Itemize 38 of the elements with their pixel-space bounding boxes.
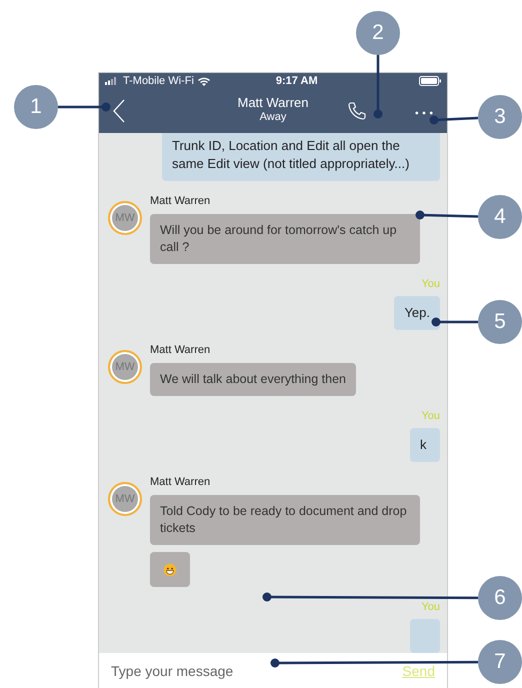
sender-label: You <box>421 601 440 613</box>
callout-number: 5 <box>478 300 522 344</box>
leader-line <box>432 318 478 326</box>
message-field[interactable]: Type your message <box>111 663 402 679</box>
sender-name: Matt Warren <box>150 344 210 356</box>
sender-label: You <box>421 278 440 290</box>
status-time: 9:17 AM <box>276 75 318 87</box>
send-link[interactable]: Send <box>402 663 435 679</box>
leader-line <box>58 102 110 112</box>
callout-number: 6 <box>478 576 522 620</box>
message-bubble: Told Cody to be ready to document and drop tickets <box>150 495 420 545</box>
leader-line <box>374 55 382 118</box>
sender-label: You <box>421 410 440 422</box>
leader-line <box>430 116 478 124</box>
callout-number: 2 <box>356 11 400 55</box>
phone-icon[interactable] <box>347 101 367 121</box>
contact-name: Matt Warren <box>237 95 309 110</box>
leader-line <box>416 210 478 220</box>
contact-status: Away <box>260 111 286 123</box>
sender-name: Matt Warren <box>150 476 210 488</box>
sender-name: Matt Warren <box>150 195 210 207</box>
carrier-name: T-Mobile Wi-Fi <box>123 75 194 87</box>
callout-number: 4 <box>478 195 522 239</box>
message-bubble: k <box>410 428 440 462</box>
more-icon[interactable] <box>415 111 433 115</box>
back-icon[interactable] <box>113 99 125 123</box>
battery-icon <box>419 76 441 86</box>
message-bubble <box>410 619 440 653</box>
signal-icon <box>105 77 119 85</box>
message-bubble: We will talk about everything then <box>150 363 356 396</box>
callout-number: 1 <box>14 85 58 129</box>
message-bubble: Yep. <box>394 296 440 330</box>
message-bubble: Will you be around for tomorrow's catch up call ? <box>150 214 420 264</box>
message-bubble: Trunk ID, Location and Edit all open the same Edit view (not titled appropriately...) <box>162 133 440 181</box>
wifi-icon <box>198 76 210 86</box>
smiley-icon <box>163 562 177 576</box>
callout-number: 7 <box>478 640 522 684</box>
callout-number: 3 <box>478 95 522 139</box>
